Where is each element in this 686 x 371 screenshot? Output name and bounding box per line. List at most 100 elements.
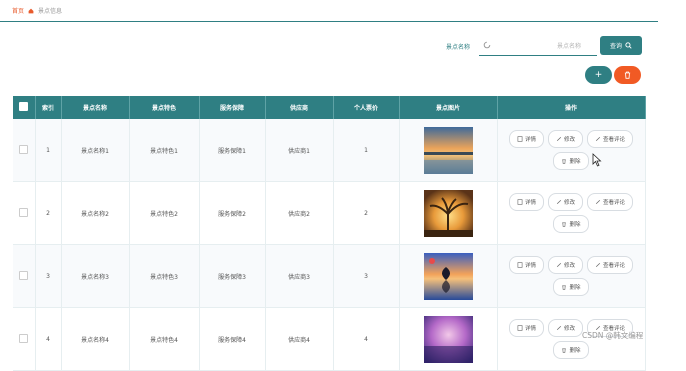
detail-button[interactable]: 详情 <box>508 319 544 337</box>
document-icon <box>517 262 523 268</box>
edit-button[interactable]: 修改 <box>547 193 583 211</box>
edit-icon <box>556 199 562 205</box>
row-checkbox[interactable] <box>19 270 29 280</box>
table-row: 1 景点名称1 景点特色1 服务保障1 供应商1 1 详情 修改 查看评论 删除 <box>13 119 646 182</box>
cell-price: 2 <box>333 181 400 245</box>
trash-icon <box>562 222 567 227</box>
breadcrumb-home[interactable]: 首页 <box>12 6 24 15</box>
breadcrumb: 首页 景点信息 <box>12 6 62 15</box>
delete-button[interactable]: 删除 <box>553 152 589 170</box>
delete-label: 删除 <box>569 285 581 291</box>
delete-button[interactable]: 删除 <box>553 215 589 233</box>
table-row: 2 景点名称2 景点特色2 服务保障2 供应商2 2 详情 修改 查看评论 删除 <box>13 181 646 245</box>
edit-label: 修改 <box>563 326 575 332</box>
cell-feature: 景点特色4 <box>129 307 200 371</box>
row-checkbox[interactable] <box>19 144 29 154</box>
table-row: 4 景点名称4 景点特色4 服务保障4 供应商4 4 详情 修改 查看评论 删除 <box>13 307 646 371</box>
table-row: 3 景点名称3 景点特色3 服务保障3 供应商3 3 详情 修改 查看评论 删除 <box>13 244 646 308</box>
scenic-image[interactable] <box>423 315 473 363</box>
review-label: 查看评论 <box>603 263 626 269</box>
cell-service: 服务保障3 <box>199 244 266 308</box>
search-input[interactable] <box>495 37 584 55</box>
add-button[interactable]: + <box>585 66 612 84</box>
search-label: 景点名称 <box>446 43 471 51</box>
document-icon <box>517 325 523 331</box>
table-header: 索引 景点名称 景点特色 服务保障 供应商 个人票价 景点图片 操作 <box>13 96 646 119</box>
col-feature: 景点特色 <box>129 96 200 119</box>
query-button[interactable]: 查询 <box>600 36 642 55</box>
cell-supplier: 供应商1 <box>265 119 334 182</box>
document-icon <box>517 199 523 205</box>
trash-icon <box>562 159 567 164</box>
data-table: 索引 景点名称 景点特色 服务保障 供应商 个人票价 景点图片 操作 1 景点名… <box>13 96 646 371</box>
col-image: 景点图片 <box>399 96 498 119</box>
trash-icon <box>624 71 631 79</box>
watermark: CSDN @韩文编程 <box>582 331 644 340</box>
detail-label: 详情 <box>524 326 536 332</box>
col-actions: 操作 <box>497 96 646 119</box>
row-checkbox[interactable] <box>19 333 29 343</box>
delete-button[interactable]: 删除 <box>553 278 589 296</box>
top-bar: 首页 景点信息 <box>0 0 658 22</box>
edit-icon <box>556 262 562 268</box>
edit-label: 修改 <box>563 200 575 206</box>
delete-button[interactable]: 删除 <box>553 341 589 359</box>
detail-button[interactable]: 详情 <box>508 193 544 211</box>
cell-feature: 景点特色1 <box>129 119 200 182</box>
delete-label: 删除 <box>569 159 581 165</box>
cell-index: 4 <box>35 307 62 371</box>
edit-button[interactable]: 修改 <box>547 130 583 148</box>
cell-price: 1 <box>333 119 400 182</box>
edit-icon <box>595 199 601 205</box>
col-name: 景点名称 <box>61 96 130 119</box>
cell-price: 4 <box>333 307 400 371</box>
search-field[interactable] <box>479 37 598 56</box>
loading-icon <box>483 41 491 48</box>
scenic-image[interactable] <box>423 252 473 300</box>
cell-service: 服务保障2 <box>199 181 266 245</box>
right-edge <box>658 0 686 349</box>
cell-supplier: 供应商4 <box>265 307 334 371</box>
review-button[interactable]: 查看评论 <box>587 193 634 211</box>
home-icon <box>28 8 34 13</box>
cell-name: 景点名称3 <box>61 244 130 308</box>
row-checkbox[interactable] <box>19 207 29 217</box>
breadcrumb-current: 景点信息 <box>38 8 63 15</box>
cell-feature: 景点特色2 <box>129 181 200 245</box>
mouse-pointer-icon <box>592 153 602 167</box>
cell-index: 2 <box>35 181 62 245</box>
plus-icon: + <box>594 70 603 80</box>
review-label: 查看评论 <box>603 200 626 206</box>
search-icon <box>625 42 632 49</box>
delete-label: 删除 <box>569 222 581 228</box>
edit-icon <box>556 136 562 142</box>
edit-icon <box>556 325 562 331</box>
trash-icon <box>562 348 567 353</box>
select-all-cell[interactable] <box>13 96 36 119</box>
cell-index: 1 <box>35 119 62 182</box>
detail-button[interactable]: 详情 <box>508 256 544 274</box>
batch-delete-button[interactable] <box>614 66 641 84</box>
cell-name: 景点名称1 <box>61 119 130 182</box>
detail-button[interactable]: 详情 <box>508 130 544 148</box>
select-all-checkbox[interactable] <box>19 102 29 111</box>
col-supplier: 供应商 <box>265 96 334 119</box>
scenic-image[interactable] <box>423 126 473 174</box>
edit-button[interactable]: 修改 <box>547 256 583 274</box>
detail-label: 详情 <box>524 137 536 143</box>
detail-label: 详情 <box>524 200 536 206</box>
delete-label: 删除 <box>569 348 581 354</box>
edit-button[interactable]: 修改 <box>547 319 583 337</box>
edit-icon <box>595 136 601 142</box>
cell-feature: 景点特色3 <box>129 244 200 308</box>
col-index: 索引 <box>35 96 62 119</box>
cell-service: 服务保障4 <box>199 307 266 371</box>
query-button-label: 查询 <box>609 43 622 50</box>
cell-price: 3 <box>333 244 400 308</box>
edit-label: 修改 <box>563 263 575 269</box>
review-button[interactable]: 查看评论 <box>587 130 634 148</box>
scenic-image[interactable] <box>423 189 473 237</box>
review-button[interactable]: 查看评论 <box>587 256 634 274</box>
edit-label: 修改 <box>563 137 575 143</box>
cell-service: 服务保障1 <box>199 119 266 182</box>
